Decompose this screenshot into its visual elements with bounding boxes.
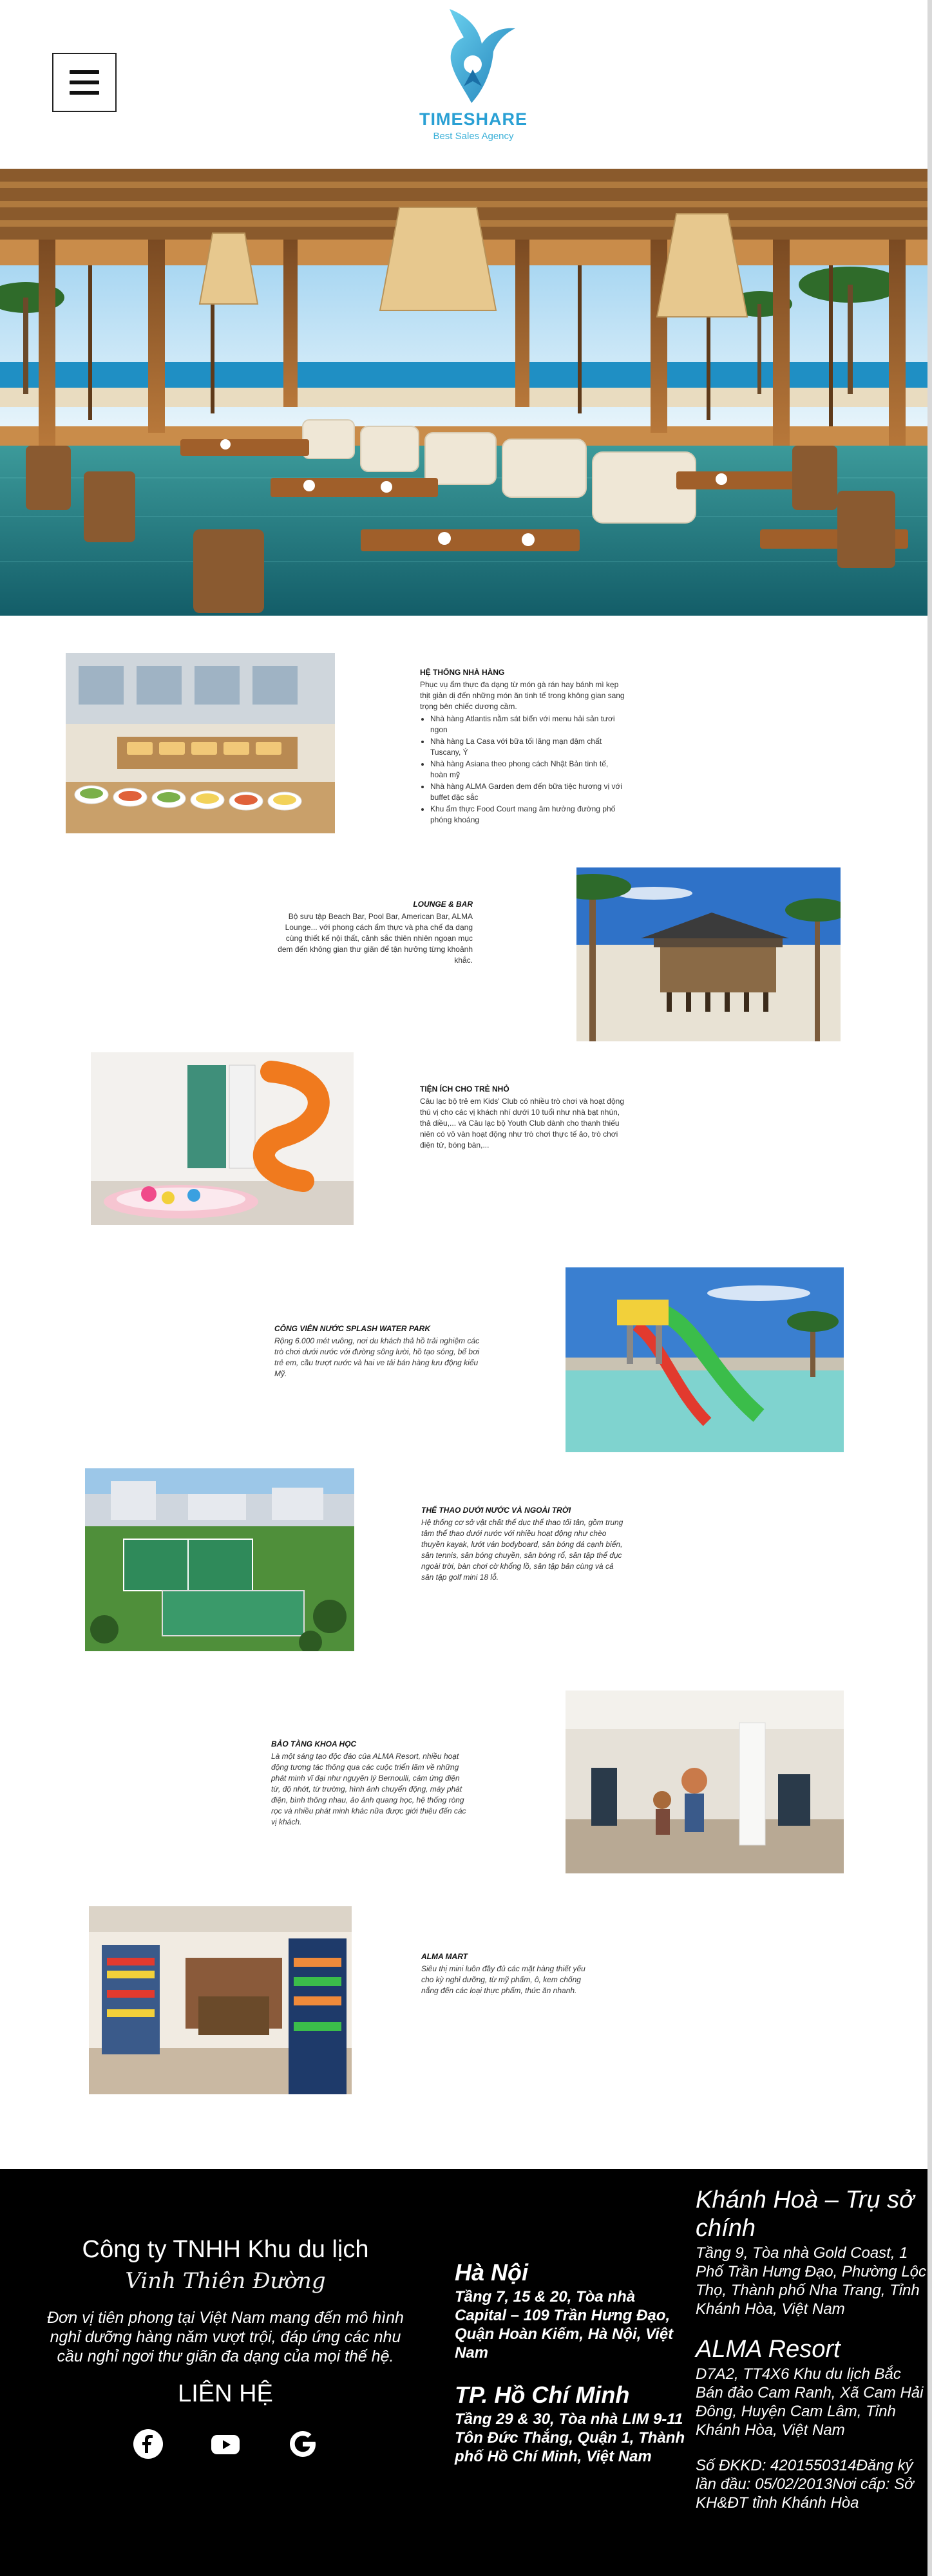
- contact-heading: LIÊN HỆ: [178, 2380, 273, 2407]
- restaurant-list: Nhà hàng Atlantis nằm sát biển với menu …: [430, 714, 626, 826]
- sports-courts-image: [85, 1468, 354, 1651]
- section-body: Câu lạc bộ trẻ em Kids' Club có nhiều tr…: [420, 1097, 625, 1150]
- company-block: Công ty TNHH Khu du lịch Vinh Thiên Đườn…: [26, 2233, 425, 2459]
- office-hanoi: Hà Nội Tầng 7, 15 & 20, Tòa nhà Capital …: [455, 2259, 687, 2362]
- section-body: Là một sáng tạo độc đáo của ALMA Resort,…: [271, 1752, 466, 1826]
- site-header: TIMESHARE Best Sales Agency: [0, 0, 932, 169]
- office-address: Tầng 9, Tòa nhà Gold Coast, 1 Phố Trần H…: [696, 2244, 927, 2318]
- section-title: TIỆN ÍCH CHO TRẺ NHỎ: [420, 1084, 509, 1094]
- social-links: [26, 2429, 425, 2459]
- menu-bar: [70, 70, 99, 74]
- office-name: ALMA Resort: [696, 2336, 841, 2363]
- section-title: HỆ THỐNG NHÀ HÀNG: [420, 668, 505, 677]
- office-name: TP. Hồ Chí Minh: [455, 2382, 630, 2408]
- list-item: Nhà hàng ALMA Garden đem đến bữa tiệc hư…: [430, 781, 626, 803]
- section-body: Rộng 6.000 mét vuông, nơi du khách thả h…: [274, 1336, 480, 1378]
- office-address: D7A2, TT4X6 Khu du lịch Bắc Bán đảo Cam …: [696, 2365, 924, 2439]
- facebook-icon[interactable]: [133, 2429, 164, 2459]
- section-museum-text: BẢO TÀNG KHOA HỌC Là một sáng tạo độc đá…: [271, 1739, 471, 1828]
- office-address: Tầng 7, 15 & 20, Tòa nhà Capital – 109 T…: [455, 2288, 674, 2362]
- list-item: Khu ẩm thực Food Court mang âm hưởng đườ…: [430, 804, 626, 826]
- list-item: Nhà hàng Asiana theo phong cách Nhật Bản…: [430, 759, 626, 781]
- menu-bar: [70, 80, 99, 84]
- office-address: Tầng 29 & 30, Tòa nhà LIM 9-11 Tôn Đức T…: [455, 2410, 685, 2465]
- water-park-image: [566, 1267, 844, 1452]
- office-name: Hà Nội: [455, 2259, 529, 2286]
- page-scrollbar[interactable]: [927, 0, 932, 2576]
- site-logo[interactable]: TIMESHARE Best Sales Agency: [419, 5, 528, 143]
- office-alma-resort: ALMA Resort D7A2, TT4X6 Khu du lịch Bắc …: [696, 2335, 926, 2439]
- office-hcmc: TP. Hồ Chí Minh Tầng 29 & 30, Tòa nhà LI…: [455, 2382, 687, 2466]
- science-museum-image: [566, 1690, 844, 1873]
- logo-name: TIMESHARE: [419, 109, 528, 129]
- alma-mart-image: [89, 1906, 352, 2094]
- hamburger-menu-button[interactable]: [52, 53, 117, 112]
- hero-restaurant-illustration: [0, 169, 932, 616]
- hero-image: [0, 169, 932, 616]
- section-body: Bộ sưu tập Beach Bar, Pool Bar, American…: [278, 912, 473, 965]
- company-description: Đơn vị tiên phong tại Việt Nam mang đến …: [47, 2309, 404, 2365]
- company-script-name: Vinh Thiên Đường: [125, 2268, 326, 2294]
- section-body: Hệ thống cơ sở vật chất thể dục thể thao…: [421, 1518, 623, 1582]
- section-body: Siêu thị mini luôn đầy đủ các mặt hàng t…: [421, 1964, 585, 1995]
- section-sports-text: THỂ THAO DƯỚI NƯỚC VÀ NGOÀI TRỜI Hệ thốn…: [421, 1505, 627, 1583]
- google-icon[interactable]: [287, 2429, 318, 2459]
- kids-club-image: [91, 1052, 354, 1225]
- restaurant-buffet-image: [66, 653, 335, 833]
- office-name: Khánh Hoà – Trụ sở chính: [696, 2186, 915, 2242]
- office-khanhhoa: Khánh Hoà – Trụ sở chính Tầng 9, Tòa nhà…: [696, 2186, 926, 2318]
- section-kids-text: TIỆN ÍCH CHO TRẺ NHỎ Câu lạc bộ trẻ em K…: [420, 1084, 632, 1151]
- youtube-icon[interactable]: [210, 2429, 241, 2459]
- section-lounge-text: LOUNGE & BAR Bộ sưu tập Beach Bar, Pool …: [272, 899, 473, 966]
- section-intro: Phục vụ ẩm thực đa dạng từ món gà rán ha…: [420, 680, 625, 711]
- section-waterpark-text: CÔNG VIÊN NƯỚC SPLASH WATER PARK Rộng 6.…: [274, 1323, 480, 1379]
- section-title: BẢO TÀNG KHOA HỌC: [271, 1739, 357, 1748]
- list-item: Nhà hàng La Casa với bữa tối lãng mạn đậ…: [430, 736, 626, 758]
- section-restaurants-text: HỆ THỐNG NHÀ HÀNG Phục vụ ẩm thực đa dạn…: [420, 667, 626, 826]
- offices-right: Khánh Hoà – Trụ sở chính Tầng 9, Tòa nhà…: [696, 2186, 926, 2512]
- menu-bar: [70, 91, 99, 95]
- section-title: CÔNG VIÊN NƯỚC SPLASH WATER PARK: [274, 1324, 430, 1333]
- section-title: THỂ THAO DƯỚI NƯỚC VÀ NGOÀI TRỜI: [421, 1506, 571, 1515]
- offices-middle: Hà Nội Tầng 7, 15 & 20, Tòa nhà Capital …: [455, 2259, 687, 2485]
- list-item: Nhà hàng Atlantis nằm sát biển với menu …: [430, 714, 626, 735]
- logo-tagline: Best Sales Agency: [433, 131, 514, 142]
- section-title: ALMA MART: [421, 1952, 468, 1961]
- section-mart-text: ALMA MART Siêu thị mini luôn đầy đủ các …: [421, 1951, 589, 1996]
- site-footer: Công ty TNHH Khu du lịch Vinh Thiên Đườn…: [0, 2169, 932, 2576]
- section-title: LOUNGE & BAR: [413, 900, 473, 909]
- logo-bird-icon: [450, 9, 515, 103]
- company-name: Công ty TNHH Khu du lịch: [82, 2236, 369, 2263]
- beach-bar-image: [576, 867, 841, 1041]
- business-registration: Số ĐKKD: 4201550314Đăng ký lần đầu: 05/0…: [696, 2457, 914, 2512]
